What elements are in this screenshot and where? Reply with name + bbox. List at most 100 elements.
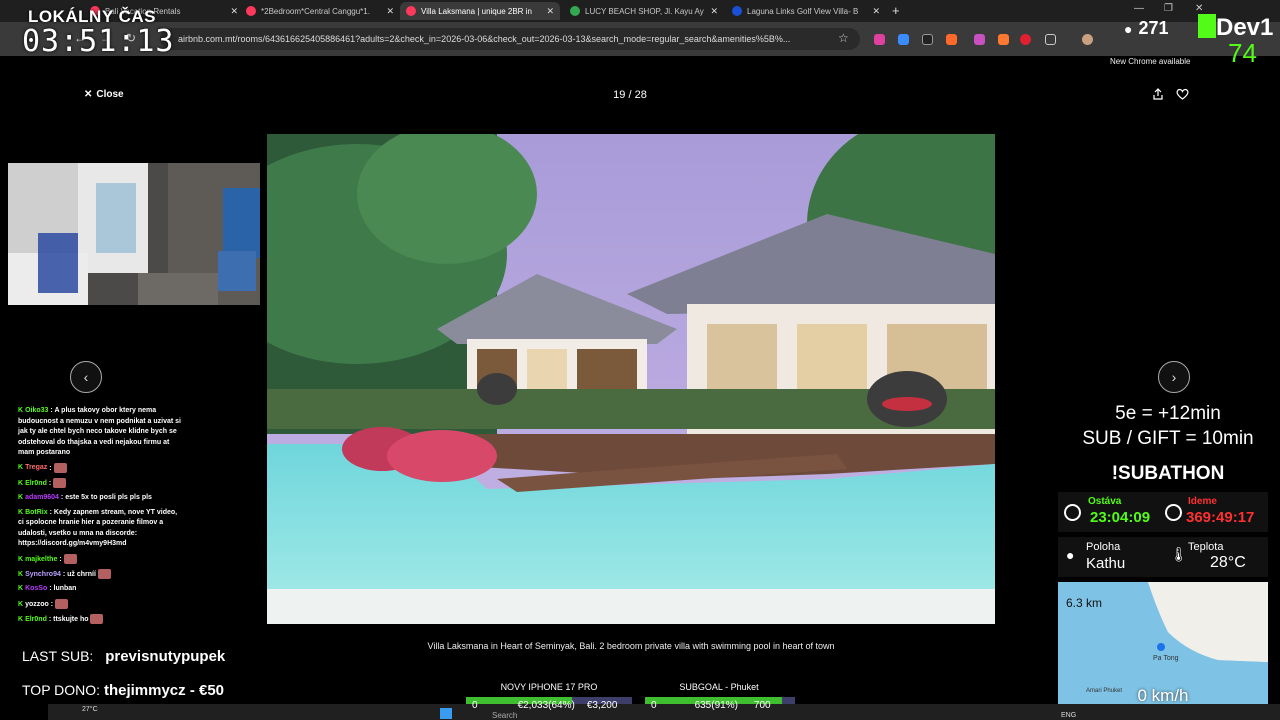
- chat-emote: [53, 477, 67, 488]
- kick-badge-icon: K: [18, 600, 24, 608]
- goal-start: 0: [651, 699, 657, 711]
- chat-message: K KosSo: lunban: [18, 584, 183, 595]
- browser-tab[interactable]: *2Bedroom*Central Canggu*1. ✕: [240, 2, 400, 20]
- new-tab-icon[interactable]: +: [892, 3, 900, 18]
- goal-title: NOVY IPHONE 17 PRO: [500, 682, 598, 692]
- goal-target: €3,200: [586, 699, 618, 711]
- photo-caption: Villa Laksmana in Heart of Seminyak, Bal…: [427, 641, 835, 651]
- close-tab-icon[interactable]: ✕: [546, 6, 554, 17]
- remaining-timer: 23:04:09: [1090, 509, 1151, 526]
- photo-counter: 19 / 28: [613, 89, 647, 101]
- windows-start-icon[interactable]: [440, 708, 452, 719]
- bookmark-star-icon[interactable]: ☆: [838, 31, 849, 45]
- channel-number: 74: [1228, 38, 1257, 68]
- chat-username: yozzoo: [25, 600, 49, 608]
- speed-readout: 0 km/h: [1137, 686, 1189, 705]
- location-value: Kathu: [1086, 555, 1126, 572]
- goal-start: 0: [472, 699, 478, 711]
- chat-username: BotRix: [25, 508, 48, 516]
- villa-pool-photo: [267, 134, 995, 624]
- close-tab-icon[interactable]: ✕: [230, 6, 238, 17]
- location-panel: ● Poloha Kathu 🌡 Teplota 28°C: [1058, 537, 1268, 577]
- kick-badge-icon: K: [18, 570, 24, 578]
- chat-username: Tregaz: [25, 464, 48, 472]
- close-icon: ✕: [84, 89, 93, 100]
- profile-avatar[interactable]: [1082, 34, 1093, 45]
- local-time-clock: 03:51:13: [22, 24, 175, 59]
- browser-tab[interactable]: Laguna Links Golf View Villa- B ✕: [726, 2, 886, 20]
- chat-emote: [55, 598, 69, 609]
- chat-text: :: [49, 464, 52, 472]
- chat-text: : A plus takovy obor ktery nema budoucno…: [18, 407, 181, 456]
- goal-title: SUBGOAL - Phuket: [679, 682, 759, 692]
- extension-icon[interactable]: [922, 34, 933, 45]
- chat-text: :: [59, 555, 62, 563]
- goal-progress: 635(91%): [694, 699, 738, 711]
- minimize-icon[interactable]: —: [1134, 3, 1144, 14]
- airbnb-favicon-icon: [406, 6, 416, 16]
- chat-username: adam9604: [25, 494, 59, 502]
- heart-icon[interactable]: [1176, 88, 1189, 100]
- chat-username: majkelthe: [25, 555, 58, 563]
- chat-feed: K Oiko33: A plus takovy obor ktery nema b…: [18, 406, 183, 630]
- address-toolbar: ← → ↻ airbnb.com.mt/rooms/64361662540588…: [0, 22, 1280, 66]
- close-label: Close: [96, 89, 124, 100]
- extensions-puzzle-icon[interactable]: [1045, 34, 1056, 45]
- previous-photo-button[interactable]: ‹: [70, 361, 102, 393]
- kick-logo-icon: [1198, 14, 1216, 38]
- close-tab-icon[interactable]: ✕: [872, 6, 880, 17]
- chat-emote: [63, 553, 77, 564]
- url-input[interactable]: airbnb.com.mt/rooms/643616625405886461?a…: [160, 28, 860, 50]
- chat-username: Oiko33: [25, 407, 49, 414]
- chat-username: Elr0nd: [25, 479, 47, 487]
- last-sub-label: LAST SUB:: [22, 648, 94, 664]
- chat-text: :: [48, 479, 52, 487]
- share-icon[interactable]: [1152, 88, 1164, 100]
- gps-map: Pa Tong Amari Phuket 6.3 km 0 km/h: [1058, 582, 1268, 710]
- kick-badge-icon: K: [18, 479, 24, 487]
- chat-message: K Tregaz:: [18, 462, 183, 474]
- tab-title: Laguna Links Golf View Villa- B: [747, 6, 859, 16]
- chrome-update-notice[interactable]: New Chrome available: [1110, 57, 1190, 66]
- maps-favicon-icon: [570, 6, 580, 16]
- chat-text: : ttskujte ho: [48, 616, 89, 624]
- top-donation: TOP DONO: thejimmycz - €50: [22, 682, 224, 699]
- airbnb-favicon-icon: [246, 6, 256, 16]
- last-sub: LAST SUB: previsnutypupek: [22, 648, 225, 665]
- chat-emote: [53, 462, 67, 473]
- top-dono-label: TOP DONO:: [22, 682, 101, 698]
- next-photo-button[interactable]: ›: [1158, 361, 1190, 393]
- language-indicator[interactable]: ENG: [1061, 712, 1076, 719]
- extension-icon[interactable]: [874, 34, 885, 45]
- kick-badge-icon: K: [18, 616, 24, 624]
- extension-icon[interactable]: [1020, 34, 1031, 45]
- close-window-icon[interactable]: ✕: [1195, 3, 1203, 14]
- chat-message: Kadam9604: este 5x to posli pls pls pls: [18, 493, 183, 504]
- browser-tab-active[interactable]: Villa Laksmana | unique 2BR in ✕: [400, 2, 560, 20]
- location-label: Poloha: [1086, 541, 1121, 553]
- tab-title: Villa Laksmana | unique 2BR in: [421, 6, 532, 16]
- extension-icon[interactable]: [946, 34, 957, 45]
- taskbar-search[interactable]: Search: [492, 711, 517, 720]
- last-sub-value: previsnutypupek: [105, 648, 226, 665]
- browser-tab[interactable]: LUCY BEACH SHOP, Jl. Kayu Ay ✕: [564, 2, 724, 20]
- extension-icon[interactable]: [974, 34, 985, 45]
- taskbar-weather[interactable]: 27°C: [82, 706, 98, 713]
- thermometer-icon: 🌡: [1170, 546, 1188, 562]
- kick-badge-icon: K: [18, 508, 24, 516]
- subathon-timers: Ostáva 23:04:09 Ideme 369:49:17: [1058, 492, 1268, 532]
- extension-icon[interactable]: [898, 34, 909, 45]
- subathon-title: !SUBATHON: [1111, 463, 1225, 484]
- close-tab-icon[interactable]: ✕: [386, 6, 394, 17]
- chat-message: K BotRix: Kedy zapnem stream, nove YT vid…: [18, 508, 183, 550]
- close-button[interactable]: ✕ Close: [84, 89, 124, 100]
- kick-badge-icon: K: [18, 555, 24, 563]
- chat-text: : lunban: [49, 585, 77, 593]
- goal-progress: €2,033(64%): [517, 699, 575, 711]
- webcam-feed: [8, 163, 260, 305]
- goal-target: 700: [753, 699, 771, 711]
- maximize-icon[interactable]: ❐: [1164, 3, 1173, 14]
- extension-icon[interactable]: [998, 34, 1009, 45]
- kick-badge-icon: K: [18, 464, 24, 472]
- close-tab-icon[interactable]: ✕: [710, 6, 718, 17]
